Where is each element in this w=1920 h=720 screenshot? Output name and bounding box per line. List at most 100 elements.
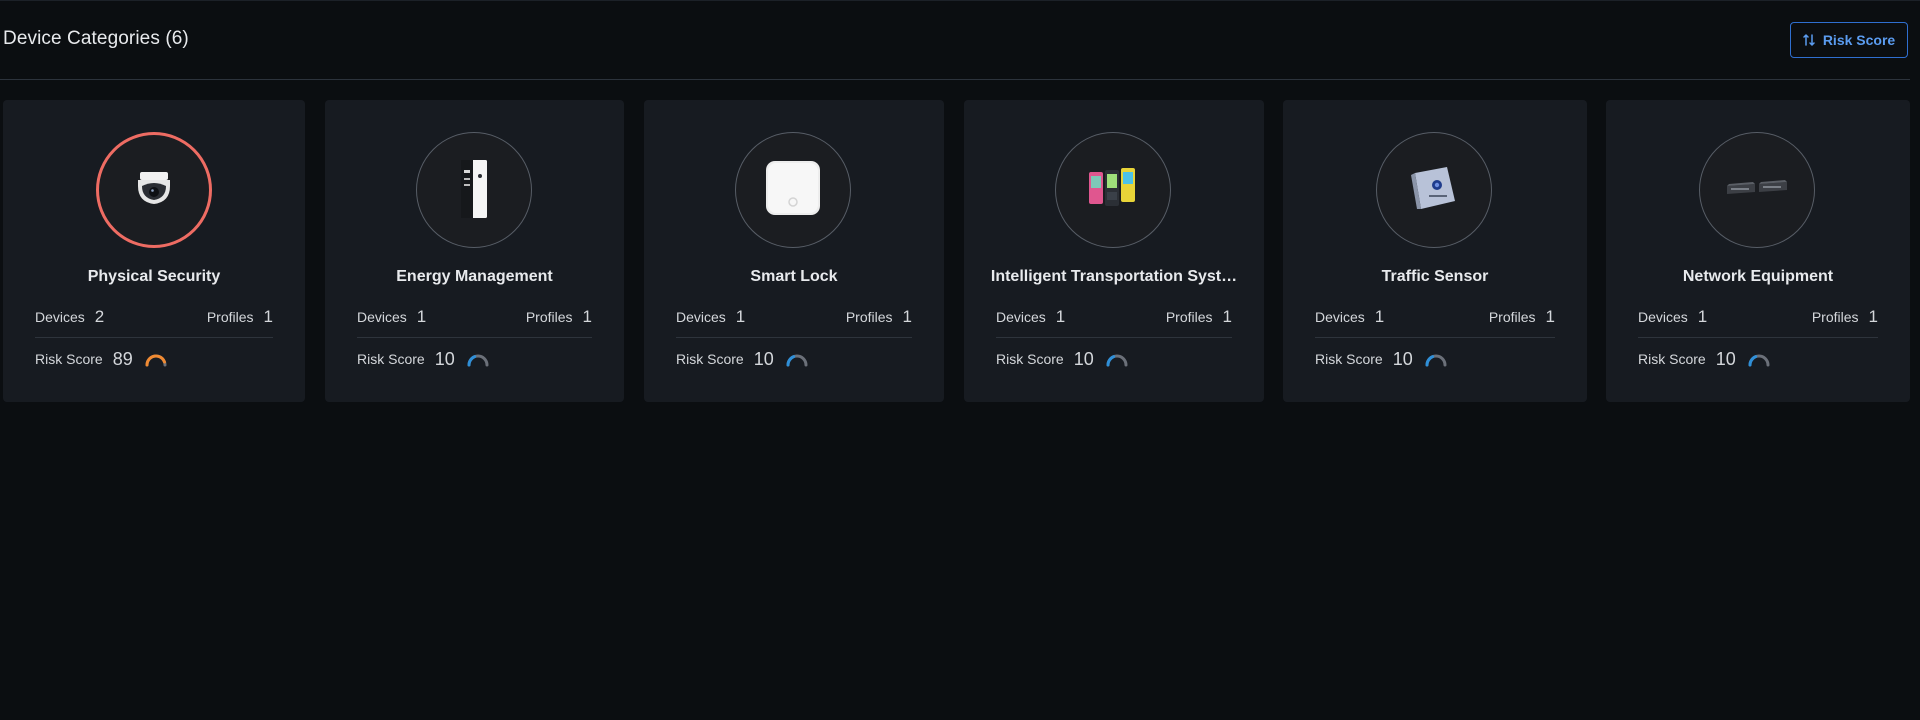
risk-score-label: Risk Score bbox=[1315, 351, 1383, 367]
profiles-stat: Profiles 1 bbox=[1812, 307, 1878, 327]
risk-score-value: 89 bbox=[112, 348, 133, 369]
network-switch-icon bbox=[1725, 176, 1789, 205]
risk-gauge-icon bbox=[786, 354, 808, 367]
devices-label: Devices bbox=[1638, 309, 1688, 325]
risk-gauge-icon bbox=[1106, 354, 1128, 367]
risk-gauge-icon bbox=[1748, 354, 1770, 367]
risk-score-label: Risk Score bbox=[676, 351, 744, 367]
category-card-intelligent-transportation[interactable]: Intelligent Transportation Syst… Devices… bbox=[964, 100, 1264, 402]
devices-count: 1 bbox=[1697, 307, 1708, 326]
category-cards: Physical Security Devices 2 Profiles 1 R… bbox=[0, 100, 1910, 402]
risk-row: Risk Score 10 bbox=[357, 347, 592, 371]
risk-score-value: 10 bbox=[1073, 348, 1094, 369]
gauge-fill bbox=[786, 355, 795, 367]
category-title: Energy Management bbox=[396, 268, 553, 285]
profiles-count: 1 bbox=[1868, 307, 1878, 326]
risk-score-value: 10 bbox=[753, 348, 774, 369]
risk-gauge-icon bbox=[467, 354, 489, 367]
risk-row: Risk Score 89 bbox=[35, 347, 273, 371]
category-card-smart-lock[interactable]: Smart Lock Devices 1 Profiles 1 Risk Sco… bbox=[644, 100, 944, 402]
traffic-sensor-icon bbox=[1407, 161, 1461, 220]
profiles-stat: Profiles 1 bbox=[526, 307, 592, 327]
header: Device Categories (6) Risk Score bbox=[0, 1, 1910, 80]
profiles-count: 1 bbox=[1545, 307, 1555, 326]
devices-label: Devices bbox=[357, 309, 407, 325]
profiles-count: 1 bbox=[582, 307, 592, 326]
devices-stat: Devices 1 bbox=[996, 307, 1065, 327]
risk-score-label: Risk Score bbox=[1638, 351, 1706, 367]
risk-score-value: 10 bbox=[1392, 348, 1413, 369]
profiles-label: Profiles bbox=[525, 309, 573, 325]
profiles-label: Profiles bbox=[1811, 309, 1859, 325]
profiles-stat: Profiles 1 bbox=[846, 307, 912, 327]
profiles-label: Profiles bbox=[845, 309, 893, 325]
risk-score-label: Risk Score bbox=[996, 351, 1064, 367]
profiles-stat: Profiles 1 bbox=[1166, 307, 1232, 327]
risk-row: Risk Score 10 bbox=[1638, 347, 1878, 371]
ev-charger-icon bbox=[450, 156, 498, 225]
category-title: Smart Lock bbox=[750, 268, 838, 285]
risk-row: Risk Score 10 bbox=[996, 347, 1232, 371]
profiles-stat: Profiles 1 bbox=[1489, 307, 1555, 327]
card-readers-icon bbox=[1085, 164, 1141, 217]
gauge-fill bbox=[1748, 355, 1757, 367]
devices-count: 1 bbox=[416, 307, 427, 326]
category-title: Network Equipment bbox=[1682, 268, 1834, 285]
risk-gauge-icon bbox=[1425, 354, 1447, 367]
risk-row: Risk Score 10 bbox=[676, 347, 912, 371]
stats-row: Devices 1 Profiles 1 bbox=[676, 303, 912, 338]
stats-row: Devices 1 Profiles 1 bbox=[1638, 303, 1878, 338]
devices-count: 1 bbox=[1055, 307, 1066, 326]
gauge-fill bbox=[1425, 355, 1434, 367]
category-avatar bbox=[1376, 132, 1492, 248]
risk-score-value: 10 bbox=[1715, 348, 1736, 369]
gauge-fill bbox=[1106, 355, 1115, 367]
profiles-label: Profiles bbox=[1488, 309, 1536, 325]
gauge-fill bbox=[467, 355, 476, 367]
risk-score-value: 10 bbox=[434, 348, 455, 369]
risk-row: Risk Score 10 bbox=[1315, 347, 1555, 371]
profiles-count: 1 bbox=[902, 307, 912, 326]
sort-button-label: Risk Score bbox=[1822, 32, 1896, 48]
category-avatar bbox=[96, 132, 212, 248]
profiles-count: 1 bbox=[1222, 307, 1232, 326]
category-card-energy-management[interactable]: Energy Management Devices 1 Profiles 1 R… bbox=[325, 100, 624, 402]
risk-gauge-icon bbox=[145, 354, 167, 367]
devices-label: Devices bbox=[996, 309, 1046, 325]
risk-score-label: Risk Score bbox=[35, 351, 103, 367]
category-title: Physical Security bbox=[87, 268, 221, 285]
category-avatar bbox=[1699, 132, 1815, 248]
page-title: Device Categories (6) bbox=[3, 28, 189, 49]
devices-count: 1 bbox=[735, 307, 746, 326]
category-avatar bbox=[1055, 132, 1171, 248]
category-title: Traffic Sensor bbox=[1381, 268, 1489, 285]
devices-stat: Devices 1 bbox=[357, 307, 426, 327]
category-card-network-equipment[interactable]: Network Equipment Devices 1 Profiles 1 R… bbox=[1606, 100, 1910, 402]
devices-label: Devices bbox=[676, 309, 726, 325]
category-title: Intelligent Transportation Syst… bbox=[990, 268, 1238, 285]
stats-row: Devices 1 Profiles 1 bbox=[1315, 303, 1555, 338]
devices-count: 2 bbox=[94, 307, 105, 326]
smart-lock-icon bbox=[763, 158, 823, 223]
devices-label: Devices bbox=[1315, 309, 1365, 325]
profiles-label: Profiles bbox=[1165, 309, 1213, 325]
profiles-count: 1 bbox=[263, 307, 273, 326]
category-avatar bbox=[735, 132, 851, 248]
dome-camera-icon bbox=[130, 164, 178, 217]
profiles-label: Profiles bbox=[206, 309, 254, 325]
risk-score-label: Risk Score bbox=[357, 351, 425, 367]
stats-row: Devices 2 Profiles 1 bbox=[35, 303, 273, 338]
sort-risk-score-button[interactable]: Risk Score bbox=[1790, 22, 1908, 58]
devices-label: Devices bbox=[35, 309, 85, 325]
device-categories-panel: Device Categories (6) Risk Score Physica… bbox=[0, 0, 1920, 720]
devices-stat: Devices 2 bbox=[35, 307, 104, 327]
category-card-traffic-sensor[interactable]: Traffic Sensor Devices 1 Profiles 1 Risk… bbox=[1283, 100, 1587, 402]
gauge-fill bbox=[145, 354, 166, 367]
category-card-physical-security[interactable]: Physical Security Devices 2 Profiles 1 R… bbox=[3, 100, 305, 402]
devices-count: 1 bbox=[1374, 307, 1385, 326]
devices-stat: Devices 1 bbox=[1638, 307, 1707, 327]
stats-row: Devices 1 Profiles 1 bbox=[357, 303, 592, 338]
sort-arrows-icon bbox=[1803, 33, 1815, 47]
category-avatar bbox=[416, 132, 532, 248]
stats-row: Devices 1 Profiles 1 bbox=[996, 303, 1232, 338]
